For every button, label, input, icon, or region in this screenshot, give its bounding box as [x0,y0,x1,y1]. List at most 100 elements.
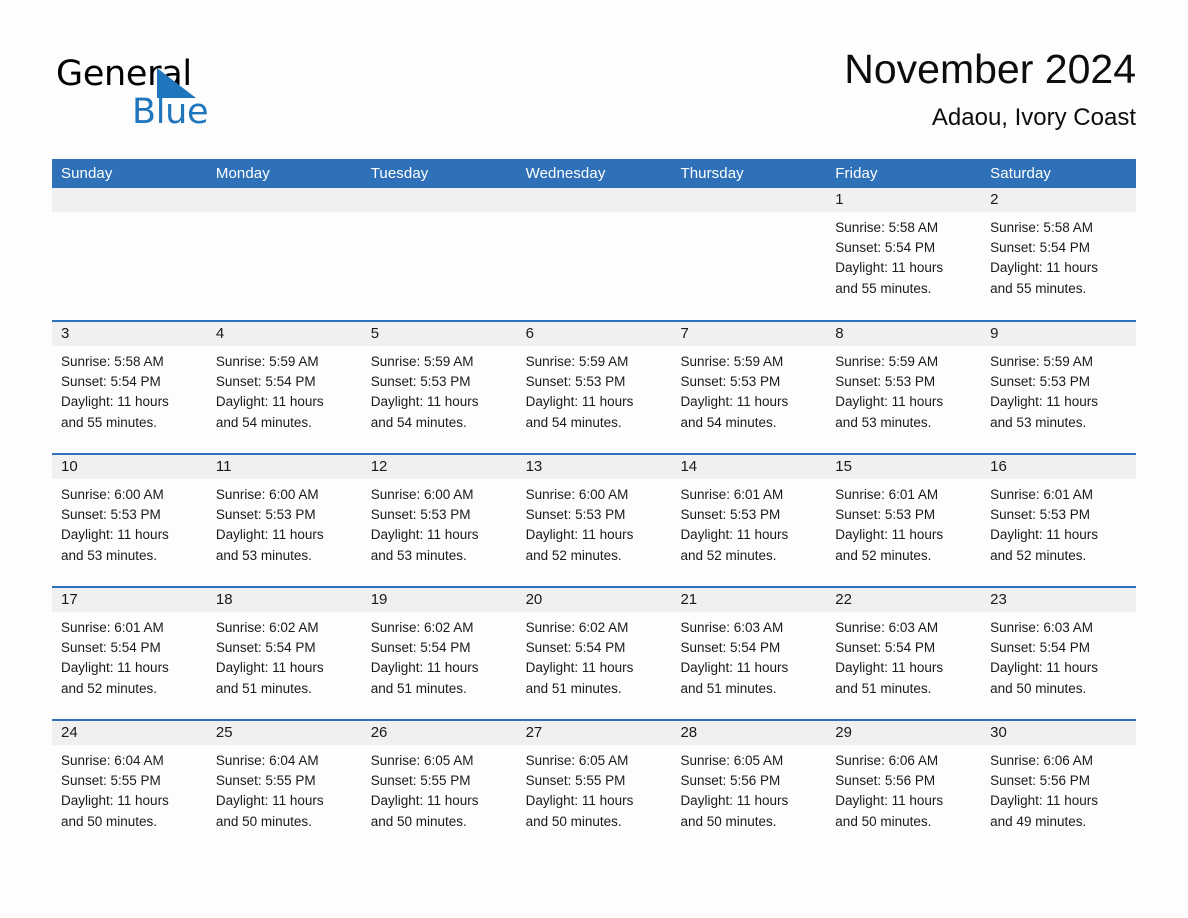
day-cell[interactable]: 12 Sunrise: 6:00 AM Sunset: 5:53 PM Dayligh… [361,455,517,586]
day-number-band: 23 [981,588,1137,612]
day-cell-empty [671,188,827,320]
day-number: 23 [990,591,1007,608]
day-number: 28 [680,724,698,741]
daylight-text-cont: and 50 minutes. [990,680,1087,696]
sunrise-text: Sunrise: 6:03 AM [680,620,784,635]
day-cell[interactable]: 4 Sunrise: 5:59 AM Sunset: 5:54 PM Daylight… [206,322,362,453]
day-cell[interactable]: 27 Sunrise: 6:05 AM Sunset: 5:55 PM Dayligh… [516,721,672,852]
day-cell[interactable]: 18 Sunrise: 6:02 AM Sunset: 5:54 PM Dayligh… [206,588,362,719]
day-details: Sunrise: 6:01 AM Sunset: 5:53 PM Daylight:… [671,479,826,566]
daylight-text: Daylight: 11 hours [370,527,479,543]
daylight-text-cont: and 55 minutes. [990,280,1087,296]
daylight-text: Daylight: 11 hours [990,394,1098,410]
daylight-text-cont: and 52 minutes. [680,547,777,563]
day-details: Sunrise: 6:02 AM Sunset: 5:54 PM Daylight:… [362,612,517,699]
day-number: 6 [525,325,534,342]
sunset-text: Sunset: 5:55 PM [215,773,316,789]
daylight-text-cont: and 55 minutes. [835,280,932,296]
day-cell[interactable]: 1 Sunrise: 5:58 AM Sunset: 5:54 PM Daylight… [826,188,982,320]
day-number: 15 [835,458,852,475]
day-cell[interactable]: 3 Sunrise: 5:58 AM Sunset: 5:54 PM Daylight… [52,322,207,453]
day-cell[interactable]: 17 Sunrise: 6:01 AM Sunset: 5:54 PM Dayligh… [52,588,207,719]
weekday-header-monday: Monday [215,165,270,182]
daylight-text: Daylight: 11 hours [215,394,324,410]
day-cell[interactable]: 9 Sunrise: 5:59 AM Sunset: 5:53 PM Daylight… [981,322,1137,453]
day-cell[interactable]: 20 Sunrise: 6:02 AM Sunset: 5:54 PM Dayligh… [516,588,672,719]
sunrise-text: Sunrise: 5:58 AM [835,220,939,235]
day-number: 1 [835,191,844,208]
day-cell[interactable]: 25 Sunrise: 6:04 AM Sunset: 5:55 PM Dayligh… [206,721,362,852]
sunrise-text: Sunrise: 6:03 AM [835,620,939,635]
day-details: Sunrise: 6:04 AM Sunset: 5:55 PM Daylight:… [207,745,362,832]
daylight-text: Daylight: 11 hours [370,793,479,809]
daylight-text: Daylight: 11 hours [835,260,944,276]
day-details: Sunrise: 6:03 AM Sunset: 5:54 PM Daylight:… [671,612,826,699]
day-number-band: 7 [671,322,827,346]
daylight-text-cont: and 51 minutes. [370,680,467,696]
day-cell[interactable]: 26 Sunrise: 6:05 AM Sunset: 5:55 PM Dayligh… [361,721,517,852]
daylight-text: Daylight: 11 hours [215,527,324,543]
day-number: 13 [525,458,543,475]
day-number-band: 1 [826,188,982,212]
day-details: Sunrise: 5:58 AM Sunset: 5:54 PM Daylight:… [52,346,207,433]
daylight-text: Daylight: 11 hours [835,394,944,410]
day-details: Sunrise: 6:05 AM Sunset: 5:56 PM Daylight:… [671,745,826,832]
day-cell[interactable]: 2 Sunrise: 5:58 AM Sunset: 5:54 PM Daylight… [981,188,1137,320]
weeks-container: 1 Sunrise: 5:58 AM Sunset: 5:54 PM Daylight… [52,188,1137,852]
sunrise-text: Sunrise: 5:59 AM [990,354,1093,369]
sunrise-text: Sunrise: 6:02 AM [525,620,629,635]
sunset-text: Sunset: 5:53 PM [680,374,781,390]
day-number: 21 [680,591,698,608]
daylight-text: Daylight: 11 hours [680,793,789,809]
daylight-text-cont: and 52 minutes. [61,680,158,696]
weekday-header-thursday: Thursday [680,165,744,182]
day-cell-empty [361,188,517,320]
day-number: 7 [680,325,689,342]
daylight-text: Daylight: 11 hours [61,527,169,543]
daylight-text: Daylight: 11 hours [525,394,634,410]
day-cell[interactable]: 16 Sunrise: 6:01 AM Sunset: 5:53 PM Dayligh… [981,455,1137,586]
sunset-text: Sunset: 5:53 PM [835,507,936,523]
day-cell[interactable]: 29 Sunrise: 6:06 AM Sunset: 5:56 PM Dayligh… [826,721,982,852]
day-number: 19 [370,591,388,608]
day-cell[interactable]: 30 Sunrise: 6:06 AM Sunset: 5:56 PM Dayligh… [981,721,1137,852]
day-cell[interactable]: 13 Sunrise: 6:00 AM Sunset: 5:53 PM Dayligh… [516,455,672,586]
sunrise-text: Sunrise: 6:01 AM [680,487,784,502]
day-details: Sunrise: 6:02 AM Sunset: 5:54 PM Daylight:… [207,612,362,699]
daylight-text: Daylight: 11 hours [61,660,169,676]
day-cell[interactable]: 23 Sunrise: 6:03 AM Sunset: 5:54 PM Dayligh… [981,588,1137,719]
day-cell[interactable]: 10 Sunrise: 6:00 AM Sunset: 5:53 PM Dayligh… [52,455,207,586]
day-cell[interactable]: 24 Sunrise: 6:04 AM Sunset: 5:55 PM Dayligh… [52,721,207,852]
day-cell[interactable]: 21 Sunrise: 6:03 AM Sunset: 5:54 PM Dayligh… [671,588,827,719]
day-cell[interactable]: 11 Sunrise: 6:00 AM Sunset: 5:53 PM Dayligh… [206,455,362,586]
day-cell[interactable]: 5 Sunrise: 5:59 AM Sunset: 5:53 PM Daylight… [361,322,517,453]
day-details: Sunrise: 6:01 AM Sunset: 5:53 PM Daylight:… [826,479,981,566]
day-number-band: 2 [981,188,1137,212]
day-cell[interactable]: 15 Sunrise: 6:01 AM Sunset: 5:53 PM Dayligh… [826,455,982,586]
day-number-band: 13 [516,455,672,479]
week-row: 1 Sunrise: 5:58 AM Sunset: 5:54 PM Daylight… [52,188,1137,320]
daylight-text: Daylight: 11 hours [370,394,479,410]
daylight-text: Daylight: 11 hours [835,660,944,676]
sunrise-text: Sunrise: 5:58 AM [61,354,164,369]
sunrise-text: Sunrise: 5:59 AM [370,354,474,369]
day-number-band: 29 [826,721,982,745]
day-cell[interactable]: 7 Sunrise: 5:59 AM Sunset: 5:53 PM Daylight… [671,322,827,453]
day-number-band: 3 [52,322,207,346]
day-number-band: 24 [52,721,207,745]
sunset-text: Sunset: 5:54 PM [215,374,316,390]
sunset-text: Sunset: 5:54 PM [525,640,626,656]
day-details: Sunrise: 5:59 AM Sunset: 5:53 PM Daylight:… [517,346,672,433]
day-cell[interactable]: 6 Sunrise: 5:59 AM Sunset: 5:53 PM Daylight… [516,322,672,453]
day-number-band: 5 [361,322,517,346]
daylight-text: Daylight: 11 hours [990,527,1098,543]
sunrise-text: Sunrise: 6:01 AM [61,620,164,635]
sunset-text: Sunset: 5:55 PM [370,773,471,789]
sunrise-text: Sunrise: 6:00 AM [370,487,474,502]
day-cell[interactable]: 14 Sunrise: 6:01 AM Sunset: 5:53 PM Dayligh… [671,455,827,586]
day-cell[interactable]: 8 Sunrise: 5:59 AM Sunset: 5:53 PM Daylight… [826,322,982,453]
day-number-band [361,188,517,212]
day-cell[interactable]: 28 Sunrise: 6:05 AM Sunset: 5:56 PM Dayligh… [671,721,827,852]
day-cell[interactable]: 19 Sunrise: 6:02 AM Sunset: 5:54 PM Dayligh… [361,588,517,719]
day-cell[interactable]: 22 Sunrise: 6:03 AM Sunset: 5:54 PM Dayligh… [826,588,982,719]
